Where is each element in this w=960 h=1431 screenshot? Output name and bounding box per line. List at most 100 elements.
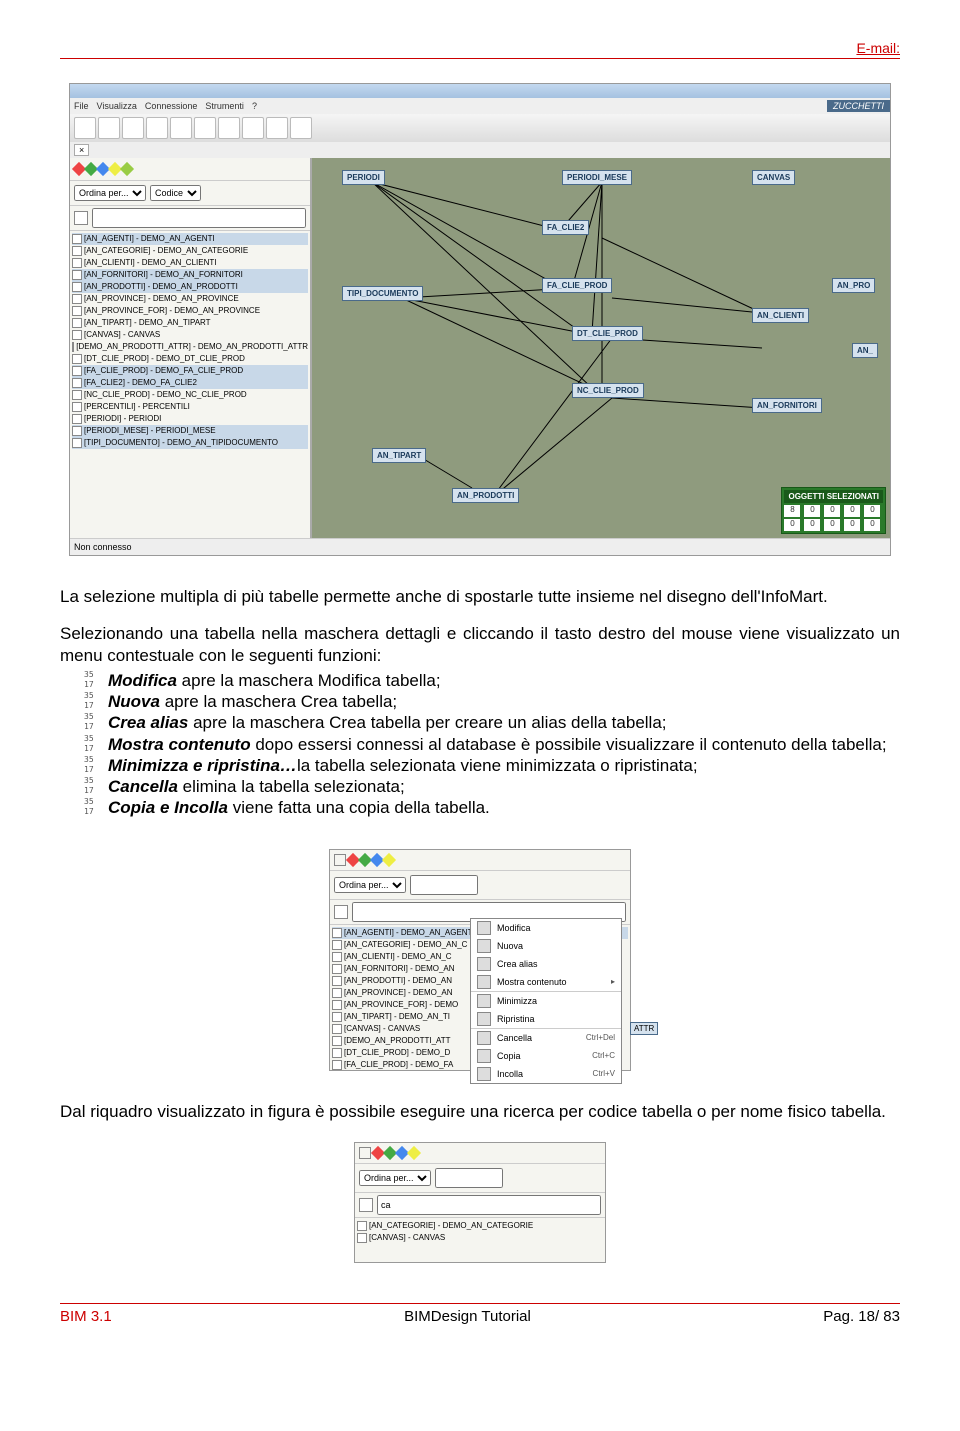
checkbox-icon[interactable] — [332, 1012, 342, 1022]
checkbox-icon[interactable] — [72, 258, 82, 268]
shape-yellow-icon[interactable] — [382, 852, 396, 866]
tree-item[interactable]: [TIPI_DOCUMENTO] - DEMO_AN_TIPIDOCUMENTO — [72, 437, 308, 449]
context-menu-item[interactable]: Nuova — [471, 937, 621, 955]
node-an-prodotti[interactable]: AN_PRODOTTI — [452, 488, 519, 503]
checkbox-icon[interactable] — [72, 318, 82, 328]
checkbox-icon[interactable] — [332, 964, 342, 974]
tree-item[interactable]: [DEMO_AN_PRODOTTI_ATTR] - DEMO_AN_PRODOT… — [72, 341, 308, 353]
search-icon[interactable] — [334, 905, 348, 919]
cut-icon[interactable] — [146, 117, 168, 139]
menu-strumenti[interactable]: Strumenti — [205, 101, 244, 111]
checkbox-icon[interactable] — [332, 1060, 342, 1070]
menu-connessione[interactable]: Connessione — [145, 101, 198, 111]
context-menu-item[interactable]: CancellaCtrl+Del — [471, 1029, 621, 1047]
tree-item[interactable]: [AN_AGENTI] - DEMO_AN_AGENTI — [72, 233, 308, 245]
checkbox-icon[interactable] — [72, 414, 82, 424]
checkbox-icon[interactable] — [332, 988, 342, 998]
node-dt-clie-prod[interactable]: DT_CLIE_PROD — [572, 326, 643, 341]
ordina-input-2[interactable] — [410, 875, 478, 895]
tree-item[interactable]: [DT_CLIE_PROD] - DEMO_DT_CLIE_PROD — [72, 353, 308, 365]
shape-lime-icon[interactable] — [120, 162, 134, 176]
tree-item[interactable]: [FA_CLIE2] - DEMO_FA_CLIE2 — [72, 377, 308, 389]
context-menu-item[interactable]: Minimizza — [471, 992, 621, 1010]
tree-item[interactable]: [AN_CATEGORIE] - DEMO_AN_CATEGORIE — [72, 245, 308, 257]
node-periodi[interactable]: PERIODI — [342, 170, 385, 185]
checkbox-icon[interactable] — [72, 306, 82, 316]
checkbox-icon[interactable] — [72, 378, 82, 388]
context-menu-item[interactable]: Ripristina — [471, 1010, 621, 1028]
context-menu-item[interactable]: Crea alias — [471, 955, 621, 973]
ordina-select-3[interactable]: Ordina per... — [359, 1170, 431, 1186]
tree-item[interactable]: [AN_CATEGORIE] - DEMO_AN_CATEGORIE — [357, 1220, 603, 1232]
tree-item[interactable]: [PERCENTILI] - PERCENTILI — [72, 401, 308, 413]
checkbox-icon[interactable] — [72, 354, 82, 364]
menu-help[interactable]: ? — [252, 101, 257, 111]
ordina-select-2[interactable]: Ordina per... — [334, 877, 406, 893]
ordina-select[interactable]: Ordina per... — [74, 185, 146, 201]
ordina-field[interactable]: Codice — [150, 185, 201, 201]
search-icon[interactable] — [74, 211, 88, 225]
shape-tool-icon[interactable] — [334, 854, 346, 866]
context-menu-item[interactable]: Modifica — [471, 919, 621, 937]
search-input-3[interactable] — [377, 1195, 601, 1215]
search-icon[interactable] — [359, 1198, 373, 1212]
tree-item[interactable]: [CANVAS] - CANVAS — [72, 329, 308, 341]
warning-icon[interactable] — [242, 117, 264, 139]
tree-item[interactable]: [FA_CLIE_PROD] - DEMO_FA_CLIE_PROD — [72, 365, 308, 377]
checkbox-icon[interactable] — [72, 438, 82, 448]
checkbox-icon[interactable] — [357, 1233, 367, 1243]
shape-tool-icon[interactable] — [359, 1147, 371, 1159]
checkbox-icon[interactable] — [332, 976, 342, 986]
node-an-clienti[interactable]: AN_CLIENTI — [752, 308, 809, 323]
tree-item[interactable]: [AN_PROVINCE_FOR] - DEMO_AN_PROVINCE — [72, 305, 308, 317]
tree-item[interactable]: [NC_CLIE_PROD] - DEMO_NC_CLIE_PROD — [72, 389, 308, 401]
checkbox-icon[interactable] — [72, 282, 82, 292]
node-fa-clie-prod[interactable]: FA_CLIE_PROD — [542, 278, 612, 293]
checkbox-icon[interactable] — [72, 402, 82, 412]
node-nc-clie-prod[interactable]: NC_CLIE_PROD — [572, 383, 644, 398]
sidebar-search-input[interactable] — [92, 208, 306, 228]
checkbox-icon[interactable] — [332, 952, 342, 962]
tree-item[interactable]: [AN_CLIENTI] - DEMO_AN_CLIENTI — [72, 257, 308, 269]
help-icon[interactable] — [290, 117, 312, 139]
context-menu-item[interactable]: Mostra contenuto▸ — [471, 973, 621, 991]
checkbox-icon[interactable] — [332, 1024, 342, 1034]
menu-visualizza[interactable]: Visualizza — [97, 101, 137, 111]
tree-item[interactable]: [PERIODI] - PERIODI — [72, 413, 308, 425]
checkbox-icon[interactable] — [332, 1000, 342, 1010]
print-icon[interactable] — [266, 117, 288, 139]
context-menu-item[interactable]: CopiaCtrl+C — [471, 1047, 621, 1065]
tree-item[interactable]: [AN_PROVINCE] - DEMO_AN_PROVINCE — [72, 293, 308, 305]
node-fa-clie2[interactable]: FA_CLIE2 — [542, 220, 589, 235]
tree-item[interactable]: [PERIODI_MESE] - PERIODI_MESE — [72, 425, 308, 437]
shape-yellow-icon[interactable] — [407, 1146, 421, 1160]
context-menu-item[interactable]: IncollaCtrl+V — [471, 1065, 621, 1083]
checkbox-icon[interactable] — [332, 928, 342, 938]
tree-item[interactable]: [CANVAS] - CANVAS — [357, 1232, 603, 1244]
checkbox-icon[interactable] — [72, 330, 82, 340]
paste-icon[interactable] — [218, 117, 240, 139]
checkbox-icon[interactable] — [72, 366, 82, 376]
refresh-icon[interactable] — [194, 117, 216, 139]
node-an-fornitori[interactable]: AN_FORNITORI — [752, 398, 822, 413]
node-an[interactable]: AN_ — [852, 343, 878, 358]
checkbox-icon[interactable] — [332, 1036, 342, 1046]
node-canvas[interactable]: CANVAS — [752, 170, 795, 185]
checkbox-icon[interactable] — [72, 390, 82, 400]
open-icon[interactable] — [98, 117, 120, 139]
checkbox-icon[interactable] — [72, 294, 82, 304]
checkbox-icon[interactable] — [332, 1048, 342, 1058]
tree-item[interactable]: [AN_FORNITORI] - DEMO_AN_FORNITORI — [72, 269, 308, 281]
save-icon[interactable] — [122, 117, 144, 139]
node-tipi-documento[interactable]: TIPI_DOCUMENTO — [342, 286, 423, 301]
checkbox-icon[interactable] — [72, 342, 74, 352]
checkbox-icon[interactable] — [72, 426, 82, 436]
node-an-pro[interactable]: AN_PRO — [832, 278, 875, 293]
checkbox-icon[interactable] — [72, 270, 82, 280]
node-periodi-mese[interactable]: PERIODI_MESE — [562, 170, 632, 185]
checkbox-icon[interactable] — [72, 246, 82, 256]
checkbox-icon[interactable] — [332, 940, 342, 950]
new-icon[interactable] — [74, 117, 96, 139]
zoom-icon[interactable] — [170, 117, 192, 139]
ordina-input-3[interactable] — [435, 1168, 503, 1188]
